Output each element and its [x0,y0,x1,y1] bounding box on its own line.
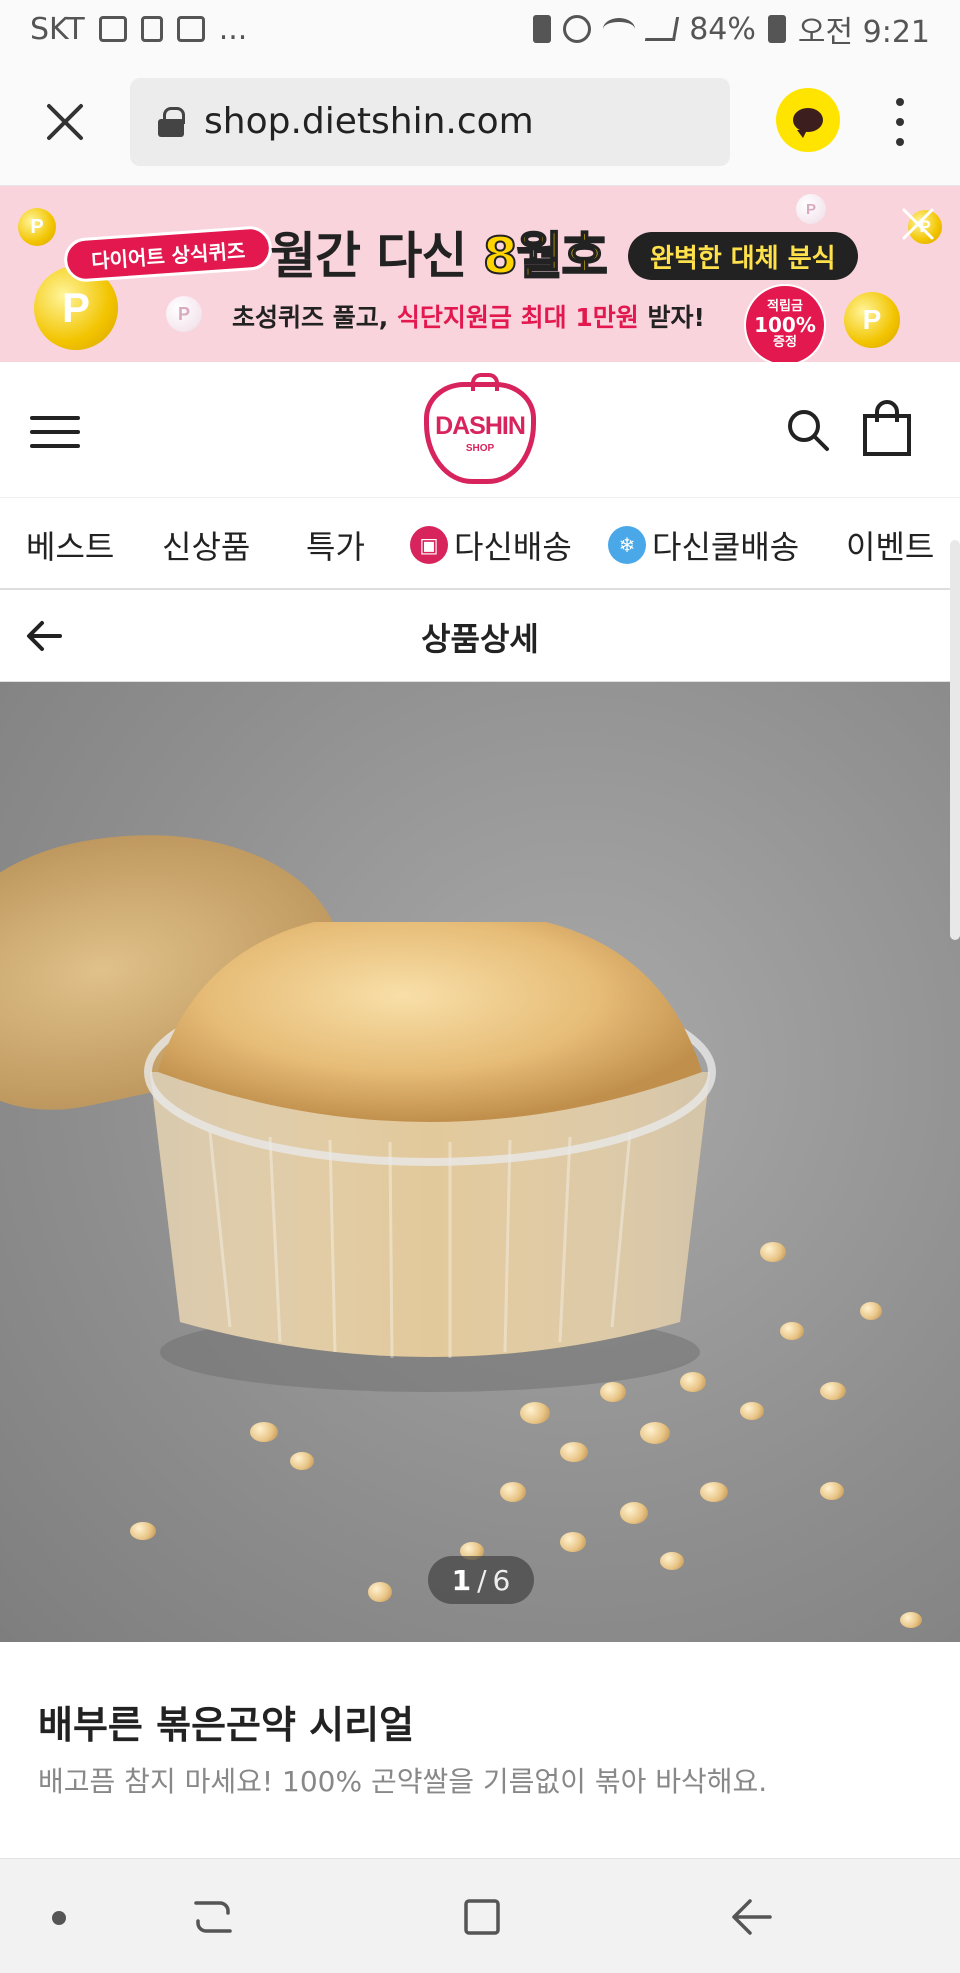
category-nav: 베스트 신상품 특가 ▣ 다신배송 ❄ 다신쿨배송 이벤트 [0,498,960,590]
shopping-bag-icon[interactable] [862,400,912,456]
cereal-bowl-image [144,922,716,1392]
product-info: 배부른 볶은곤약 시리얼 배고픔 참지 마세요! 100% 곤약쌀을 기름없이 … [0,1642,960,1858]
cereal-piece [780,1322,804,1340]
kakao-chat-button[interactable] [776,88,840,152]
promo-pill: 완벽한 대체 분식 [628,232,858,280]
promo-tag: 다이어트 상식퀴즈 [62,224,274,284]
hamburger-menu-button[interactable] [30,416,80,448]
category-dashin-delivery[interactable]: ▣ 다신배송 [410,522,572,568]
product-name: 배부른 볶은곤약 시리얼 [38,1703,415,1747]
search-icon[interactable] [786,408,830,452]
recents-icon[interactable] [190,1895,236,1939]
product-image-gallery[interactable]: 1 / 6 [0,682,960,1642]
cereal-piece [660,1552,684,1570]
gallery-notification-icon [98,16,127,42]
more-notifications: ... [218,11,248,47]
battery-icon [767,15,786,43]
url-text: shop.dietshin.com [204,101,534,142]
cereal-piece [368,1582,392,1602]
page-title: 상품상세 [421,620,539,658]
cereal-piece [820,1382,846,1400]
cereal-piece [740,1402,764,1420]
cereal-piece [250,1422,278,1442]
hamburger-line [30,430,80,434]
banner-close-icon[interactable] [898,204,938,244]
cereal-piece [520,1402,550,1424]
system-navigation-bar [0,1858,960,1973]
hamburger-line [30,444,80,448]
close-tab-button[interactable] [0,58,130,186]
battery-saver-icon [533,15,552,43]
cereal-piece [680,1372,706,1392]
cereal-piece [700,1482,728,1502]
close-icon [47,103,83,140]
chat-bubble-icon [793,108,823,138]
cereal-piece [290,1452,314,1470]
site-header: DASHIN SHOP [0,362,960,498]
image-counter: 1 / 6 [428,1556,534,1604]
hamburger-line [30,416,80,420]
product-description: 배고픔 참지 마세요! 100% 곤약쌀을 기름없이 볶아 바삭해요. [38,1765,768,1798]
back-icon[interactable] [728,1895,774,1939]
coin-icon: P [18,208,56,246]
box-icon: ▣ [410,526,448,564]
coin-icon: P [166,296,202,332]
cereal-piece [900,1612,922,1628]
home-icon[interactable] [460,1895,504,1939]
clock: 오전 9:21 [797,15,930,50]
status-bar: SKT ... 84% 오전 9:21 [0,0,960,58]
cereal-piece [130,1522,156,1540]
cereal-piece [560,1532,586,1552]
wifi-icon [603,18,636,40]
promo-badge: 적립금 100% 증정 [744,284,826,362]
cereal-piece [640,1422,670,1444]
cereal-piece [860,1302,882,1320]
alarm-icon [563,15,592,43]
category-new[interactable]: 신상품 [162,522,250,568]
carrier-label: SKT [30,11,85,47]
page-scrollbar[interactable] [950,540,960,940]
category-event[interactable]: 이벤트 [846,522,934,568]
page-header: 상품상세 [0,590,960,682]
snowflake-icon: ❄ [608,526,646,564]
promo-banner[interactable]: P P P P P P 다이어트 상식퀴즈 월간 다신 8월호 완벽한 대체 분… [0,186,960,362]
menu-dot [896,98,904,106]
coin-icon: P [796,194,826,224]
menu-dot [896,118,904,126]
lock-icon [158,106,185,137]
signal-icon [645,17,680,41]
promo-subtitle: 초성퀴즈 풀고, 식단지원금 최대 1만원 받자! [232,303,705,332]
coin-icon: P [844,292,900,348]
browser-toolbar: shop.dietshin.com [0,58,960,186]
category-dashin-cool-delivery[interactable]: ❄ 다신쿨배송 [608,522,799,568]
category-sale[interactable]: 특가 [306,522,365,568]
cereal-piece [560,1442,588,1462]
cereal-piece [760,1242,786,1262]
cereal-piece [600,1382,626,1402]
cereal-piece [820,1482,844,1500]
nav-dot-indicator [52,1911,66,1925]
battery-percent: 84% [689,11,756,47]
browser-menu-button[interactable] [880,98,920,146]
cereal-piece [500,1482,526,1502]
cereal-piece [620,1502,648,1524]
promo-title: 월간 다신 8월호 [270,226,609,286]
bill-notification-icon [140,16,163,42]
dashin-logo[interactable]: DASHIN SHOP [424,373,536,484]
voicemail-notification-icon [176,16,205,42]
address-bar[interactable]: shop.dietshin.com [130,77,730,166]
menu-dot [896,138,904,146]
category-best[interactable]: 베스트 [26,522,114,568]
